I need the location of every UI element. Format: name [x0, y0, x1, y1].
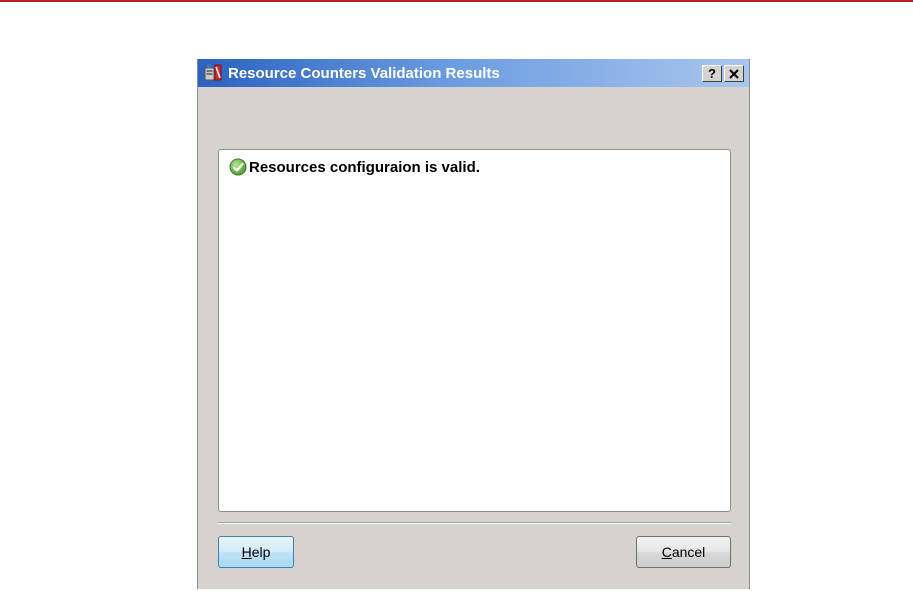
dialog-title: Resource Counters Validation Results — [228, 64, 500, 82]
cancel-button[interactable]: Cancel — [636, 536, 731, 568]
result-item: Resources configuraion is valid. — [229, 158, 480, 176]
page-top-rule — [0, 0, 913, 2]
close-icon — [729, 68, 739, 79]
close-button[interactable] — [724, 65, 744, 82]
result-message: Resources configuraion is valid. — [249, 158, 480, 176]
app-icon — [203, 62, 225, 84]
check-circle-icon — [229, 158, 247, 176]
titlebar-buttons: ? — [700, 65, 744, 82]
results-panel[interactable]: Resources configuraion is valid. — [218, 149, 731, 512]
validation-results-dialog: Resource Counters Validation Results ? R… — [197, 59, 750, 589]
help-button-label: Help — [241, 544, 271, 560]
button-separator — [218, 522, 731, 524]
dialog-titlebar[interactable]: Resource Counters Validation Results ? — [198, 59, 749, 87]
cancel-button-label: Cancel — [661, 544, 706, 560]
help-titlebar-button[interactable]: ? — [702, 65, 722, 82]
help-button[interactable]: Help — [218, 536, 294, 568]
